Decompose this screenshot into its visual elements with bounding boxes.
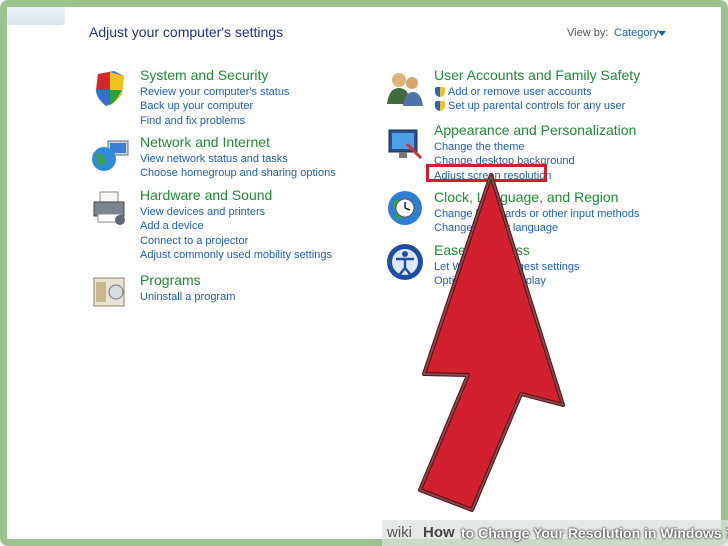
banner-how: How [423,524,455,541]
banner-wiki: wiki [387,524,412,541]
wikihow-banner: wiki How to Change Your Resolution in Wi… [382,520,728,546]
banner-title: to Change Your Resolution in Windows 7 [461,525,728,541]
red-arrow-icon [418,173,565,512]
